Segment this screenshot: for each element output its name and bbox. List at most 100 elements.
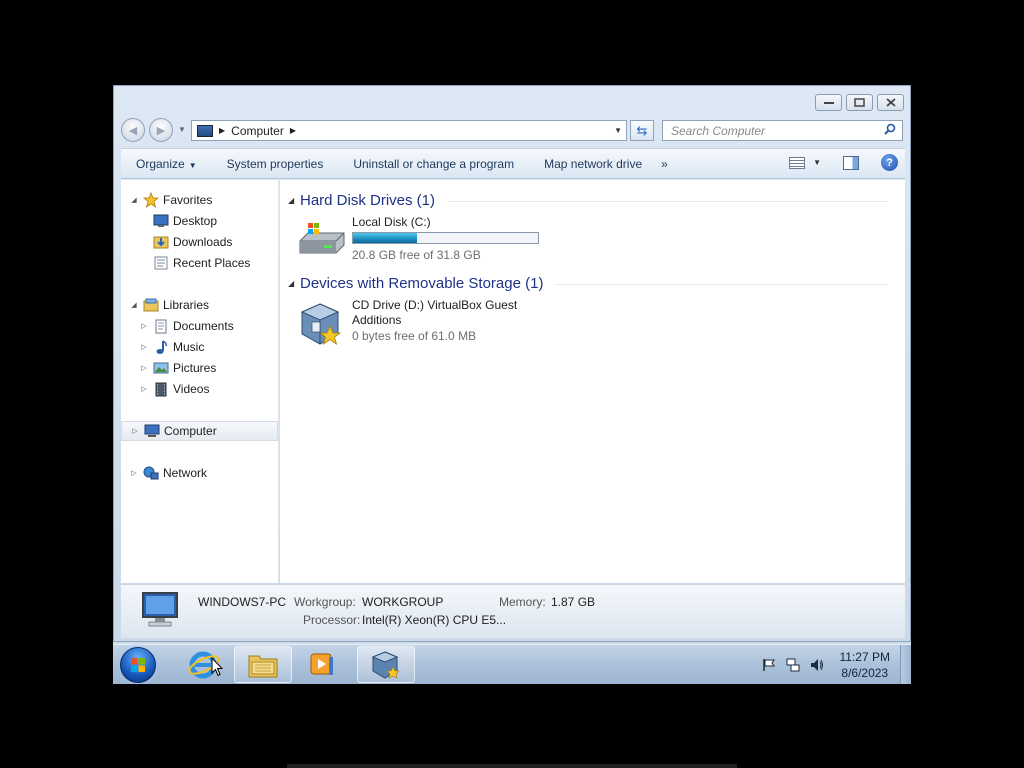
view-dropdown-icon[interactable]: ▼: [813, 158, 821, 167]
nav-label: Music: [173, 340, 205, 354]
collapse-icon[interactable]: ◢: [288, 196, 300, 205]
taskbar-media-player[interactable]: [293, 646, 351, 683]
drive-name: CD Drive (D:) VirtualBox Guest Additions: [352, 298, 552, 328]
clock[interactable]: 11:27 PM 8/6/2023: [840, 649, 890, 681]
refresh-button[interactable]: ⇆: [630, 120, 654, 141]
nav-item-libraries[interactable]: ◢ Libraries: [121, 295, 278, 315]
address-bar[interactable]: ▶ Computer ▶ ▼: [191, 120, 627, 141]
address-dropdown-icon[interactable]: ▼: [614, 126, 622, 135]
collapse-icon[interactable]: ◢: [129, 301, 139, 309]
folder-icon: [248, 655, 278, 677]
map-network-drive-button[interactable]: Map network drive: [529, 157, 657, 171]
pictures-icon: [152, 360, 169, 376]
nav-item-network[interactable]: ▷ Network: [121, 463, 278, 483]
taskbar-windows-explorer[interactable]: [234, 646, 292, 683]
breadcrumb-separator-icon[interactable]: ▶: [219, 126, 225, 135]
close-icon: [885, 98, 896, 107]
virtualbox-icon: [371, 650, 400, 679]
minimize-button[interactable]: [815, 94, 842, 111]
organize-label: Organize: [136, 156, 185, 171]
nav-label: Videos: [173, 382, 210, 396]
media-player-icon: [310, 653, 333, 675]
taskbar-internet-explorer[interactable]: [175, 646, 233, 683]
close-button[interactable]: [877, 94, 904, 111]
action-center-flag-icon[interactable]: [762, 658, 776, 672]
start-button[interactable]: [120, 647, 156, 683]
memory-value: 1.87 GB: [551, 595, 596, 609]
nav-label: Network: [163, 466, 208, 480]
nav-label: Recent Places: [173, 256, 251, 270]
group-title: Devices with Removable Storage (1): [300, 274, 544, 292]
caption-buttons: [815, 94, 904, 111]
nav-item-music[interactable]: ▷ Music: [121, 337, 278, 357]
nav-item-documents[interactable]: ▷ Documents: [121, 316, 278, 336]
drive-cd-d[interactable]: CD Drive (D:) VirtualBox Guest Additions…: [298, 298, 558, 348]
show-desktop-button[interactable]: [900, 645, 911, 684]
maximize-button[interactable]: [846, 94, 873, 111]
expand-icon[interactable]: ▷: [139, 364, 149, 372]
explorer-window: ◀ ▶ ▼ ▶ Computer ▶ ▼ ⇆ Organize▼: [113, 85, 911, 642]
details-pane: WINDOWS7-PC Workgroup: WORKGROUP Memory:…: [121, 584, 905, 638]
search-box[interactable]: [662, 120, 903, 141]
change-view-icon[interactable]: [789, 156, 806, 169]
videos-icon: [152, 381, 169, 397]
drive-free-space: 20.8 GB free of 31.8 GB: [352, 248, 481, 262]
system-tray: 11:27 PM 8/6/2023: [762, 645, 911, 684]
documents-icon: [152, 318, 169, 334]
help-icon[interactable]: ?: [881, 154, 898, 171]
nav-item-computer[interactable]: ▷ Computer: [121, 421, 278, 441]
divider: [555, 283, 888, 285]
view-controls: ▼ ?: [789, 154, 898, 171]
screen-bottom-edge: [287, 764, 737, 768]
search-input[interactable]: [669, 122, 884, 139]
expand-icon[interactable]: ▷: [139, 343, 149, 351]
breadcrumb-computer[interactable]: Computer: [231, 124, 284, 138]
network-icon: [142, 465, 159, 481]
drive-name-line1: CD Drive (D:) VirtualBox Guest: [352, 298, 518, 312]
nav-item-recent-places[interactable]: Recent Places: [121, 253, 278, 273]
nav-item-desktop[interactable]: Desktop: [121, 211, 278, 231]
system-properties-button[interactable]: System properties: [212, 157, 339, 171]
preview-pane-icon[interactable]: [843, 155, 859, 170]
expand-icon[interactable]: ▷: [130, 427, 140, 435]
virtualbox-cd-icon: [300, 303, 342, 345]
desktop-icon: [152, 213, 169, 229]
drive-local-disk-c[interactable]: Local Disk (C:) 20.8 GB free of 31.8 GB: [298, 215, 558, 265]
collapse-icon[interactable]: ◢: [288, 279, 300, 288]
drive-name: Local Disk (C:): [352, 215, 431, 229]
drive-name-line2: Additions: [352, 313, 402, 327]
recent-pages-dropdown-icon[interactable]: ▼: [178, 125, 186, 134]
forward-arrow-icon: ▶: [156, 124, 166, 137]
expand-icon[interactable]: ▷: [129, 469, 139, 477]
expand-icon[interactable]: ▷: [139, 322, 149, 330]
more-commands-button[interactable]: »: [657, 157, 672, 171]
nav-label: Pictures: [173, 361, 217, 375]
organize-button[interactable]: Organize ▼: [121, 157, 212, 171]
nav-item-favorites[interactable]: ◢ Favorites: [121, 190, 278, 210]
group-header-hard-disk-drives[interactable]: ◢ Hard Disk Drives (1): [288, 190, 888, 210]
computer-icon: [197, 124, 213, 137]
search-icon[interactable]: [884, 123, 898, 138]
nav-label: Favorites: [163, 193, 213, 207]
network-status-icon[interactable]: [786, 658, 800, 672]
drive-free-space: 0 bytes free of 61.0 MB: [352, 329, 477, 343]
star-icon: [142, 192, 159, 208]
forward-button[interactable]: ▶: [149, 118, 173, 142]
group-header-removable-storage[interactable]: ◢ Devices with Removable Storage (1): [288, 273, 888, 293]
taskbar-virtualbox[interactable]: [357, 646, 415, 683]
nav-item-videos[interactable]: ▷ Videos: [121, 379, 278, 399]
explorer-window-area: ◀ ▶ ▼ ▶ Computer ▶ ▼ ⇆ Organize▼: [113, 85, 911, 684]
breadcrumb-separator-icon[interactable]: ▶: [290, 126, 296, 135]
maximize-icon: [854, 98, 865, 107]
navigation-pane: ◢ Favorites Desktop Downloads Recent Pla…: [121, 180, 279, 583]
nav-item-pictures[interactable]: ▷ Pictures: [121, 358, 278, 378]
volume-icon[interactable]: [810, 658, 824, 672]
expand-icon[interactable]: ▷: [139, 385, 149, 393]
nav-item-downloads[interactable]: Downloads: [121, 232, 278, 252]
nav-label: Documents: [173, 319, 234, 333]
back-arrow-icon: ◀: [128, 124, 138, 137]
nav-label: Downloads: [173, 235, 233, 249]
back-button[interactable]: ◀: [121, 118, 145, 142]
uninstall-program-button[interactable]: Uninstall or change a program: [338, 157, 529, 171]
collapse-icon[interactable]: ◢: [129, 196, 139, 204]
